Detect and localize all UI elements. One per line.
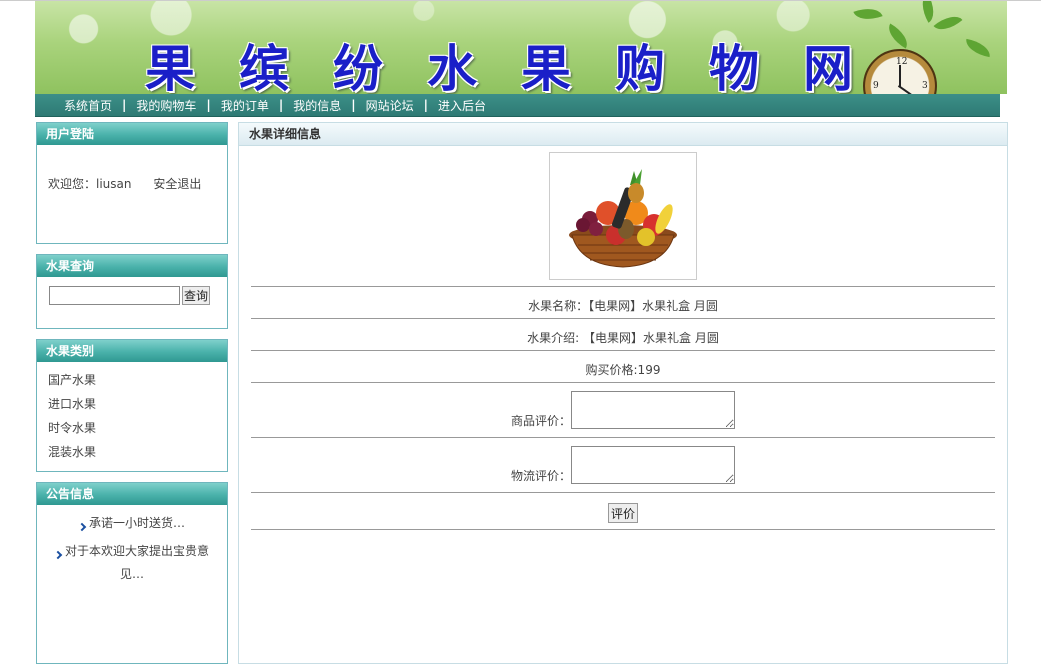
divider	[251, 382, 995, 383]
site-banner: 果缤纷水果购物网 12 3 6 9	[35, 1, 1007, 94]
detail-title: 水果详细信息	[239, 123, 1007, 146]
nav-forum[interactable]: 网站论坛	[366, 97, 414, 114]
leaf-decoration	[853, 2, 883, 26]
logistics-review-field[interactable]	[571, 446, 735, 484]
divider	[251, 437, 995, 438]
nav-orders[interactable]: 我的订单	[221, 97, 269, 114]
leaf-decoration	[915, 1, 941, 23]
category-item-seasonal[interactable]: 时令水果	[48, 416, 227, 440]
welcome-text: 欢迎您：liusan	[48, 177, 132, 191]
divider	[251, 350, 995, 351]
category-item-imported[interactable]: 进口水果	[48, 392, 227, 416]
fruit-intro: 水果介绍: 【电果网】水果礼盒 月圆	[527, 331, 719, 345]
notice-box: 公告信息 承诺一小时送货… 对于本欢迎大家提出宝贵意见…	[36, 482, 228, 664]
arrow-bullet-icon	[53, 550, 63, 560]
notice-item-text: 对于本欢迎大家提出宝贵意见…	[65, 544, 210, 581]
notice-item-text: 承诺一小时送货…	[88, 516, 185, 530]
leaf-decoration	[963, 38, 993, 58]
logistics-review-row: 物流评价：	[251, 446, 995, 484]
nav-separator: |	[351, 98, 356, 112]
leaf-decoration	[933, 9, 963, 37]
logout-link[interactable]: 安全退出	[153, 177, 201, 191]
nav-my-info[interactable]: 我的信息	[293, 97, 341, 114]
main-nav: 系统首页 | 我的购物车 | 我的订单 | 我的信息 | 网站论坛 | 进入后台	[35, 94, 1000, 117]
search-box-title: 水果查询	[37, 255, 227, 277]
search-button[interactable]: 查询	[182, 286, 211, 305]
product-review-row: 商品评价：	[251, 391, 995, 429]
fruit-price: 购买价格:199	[585, 363, 661, 377]
divider	[251, 318, 995, 319]
category-item-domestic[interactable]: 国产水果	[48, 368, 227, 392]
fruit-detail-panel: 水果详细信息 水果名称：【电果网】水果礼盒 月圆 水果介绍: 【电果网】水果礼盒…	[238, 122, 1008, 664]
nav-separator: |	[278, 98, 284, 112]
login-box: 用户登陆 欢迎您：liusan 安全退出	[36, 122, 228, 244]
nav-separator: |	[423, 98, 429, 112]
category-box: 水果类别 国产水果 进口水果 时令水果 混装水果	[36, 339, 228, 472]
nav-separator: |	[206, 98, 211, 112]
notice-box-title: 公告信息	[37, 483, 227, 505]
nav-admin[interactable]: 进入后台	[438, 97, 486, 114]
fruit-name: 水果名称：【电果网】水果礼盒 月圆	[528, 299, 718, 313]
fruit-image	[549, 152, 697, 280]
notice-item[interactable]: 承诺一小时送货…	[37, 512, 227, 535]
submit-review-button[interactable]: 评价	[607, 503, 638, 523]
nav-separator: |	[122, 98, 127, 112]
submit-row: 评价	[251, 503, 995, 523]
login-box-title: 用户登陆	[37, 123, 227, 145]
category-item-mixed[interactable]: 混装水果	[48, 440, 227, 464]
site-title: 果缤纷水果购物网	[145, 39, 897, 95]
divider	[251, 492, 995, 493]
fruit-search-box: 水果查询 查询	[36, 254, 228, 329]
search-input[interactable]	[49, 286, 180, 305]
fruit-basket-icon	[569, 169, 677, 268]
divider	[251, 286, 995, 287]
logistics-review-label: 物流评价：	[510, 469, 571, 483]
divider	[251, 529, 995, 530]
nav-cart[interactable]: 我的购物车	[136, 97, 196, 114]
arrow-bullet-icon	[77, 522, 87, 532]
nav-home[interactable]: 系统首页	[64, 97, 112, 114]
category-box-title: 水果类别	[37, 340, 227, 362]
product-review-label: 商品评价：	[510, 414, 571, 428]
notice-item[interactable]: 对于本欢迎大家提出宝贵意见…	[37, 540, 227, 586]
product-review-field[interactable]	[571, 391, 735, 429]
